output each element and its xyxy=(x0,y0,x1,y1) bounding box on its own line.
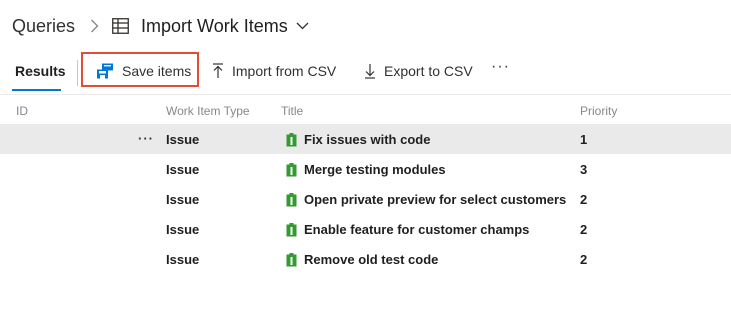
work-item-type-cell: Issue xyxy=(166,132,200,147)
table-row[interactable]: Issue Open private preview for select cu… xyxy=(0,184,731,214)
chevron-down-icon[interactable] xyxy=(296,22,309,30)
column-header-work-item-type[interactable]: Work Item Type xyxy=(166,104,250,118)
column-header-priority[interactable]: Priority xyxy=(580,104,617,118)
work-item-type-cell: Issue xyxy=(166,162,200,177)
column-header-title[interactable]: Title xyxy=(281,104,303,118)
import-from-csv-button[interactable]: Import from CSV xyxy=(212,61,336,81)
work-item-type-cell: Issue xyxy=(166,222,200,237)
priority-cell: 2 xyxy=(580,192,588,207)
save-items-button[interactable]: Save items xyxy=(96,61,191,81)
chevron-right-icon xyxy=(90,19,99,33)
export-to-csv-button[interactable]: Export to CSV xyxy=(364,61,473,81)
table-row[interactable]: ··· Issue Fix issues with code 1 xyxy=(0,124,731,154)
breadcrumb: Queries Import Work Items xyxy=(12,12,309,40)
work-item-type-cell: Issue xyxy=(166,192,200,207)
priority-cell: 2 xyxy=(580,252,588,267)
toolbar: Results Save items Import from CSV Expor… xyxy=(0,52,731,95)
title-cell[interactable]: Fix issues with code xyxy=(304,132,430,147)
table-row[interactable]: Issue Enable feature for customer champs… xyxy=(0,214,731,244)
issue-icon xyxy=(286,223,297,237)
issue-icon xyxy=(286,253,297,267)
issue-icon xyxy=(286,193,297,207)
import-from-csv-label: Import from CSV xyxy=(232,63,337,79)
upload-arrow-icon xyxy=(212,63,224,79)
work-item-type-cell: Issue xyxy=(166,252,200,267)
title-cell[interactable]: Open private preview for select customer… xyxy=(304,192,566,207)
save-items-icon xyxy=(96,63,114,79)
toolbar-divider xyxy=(77,60,78,86)
save-items-label: Save items xyxy=(122,63,192,79)
page-title: Import Work Items xyxy=(141,15,288,36)
row-more-button[interactable]: ··· xyxy=(138,131,154,146)
download-arrow-icon xyxy=(364,63,376,79)
export-to-csv-label: Export to CSV xyxy=(384,63,473,79)
title-cell[interactable]: Enable feature for customer champs xyxy=(304,222,529,237)
breadcrumb-queries-link[interactable]: Queries xyxy=(12,16,75,37)
table-row[interactable]: Issue Merge testing modules 3 xyxy=(0,154,731,184)
tab-results[interactable]: Results xyxy=(15,63,66,79)
column-header-id[interactable]: ID xyxy=(16,104,28,118)
issue-icon xyxy=(286,133,297,147)
table-query-icon xyxy=(112,18,129,34)
title-cell[interactable]: Remove old test code xyxy=(304,252,438,267)
tab-selected-indicator xyxy=(12,89,61,91)
table-row[interactable]: Issue Remove old test code 2 xyxy=(0,244,731,274)
title-cell[interactable]: Merge testing modules xyxy=(304,162,446,177)
priority-cell: 2 xyxy=(580,222,588,237)
issue-icon xyxy=(286,163,297,177)
priority-cell: 3 xyxy=(580,162,588,177)
more-actions-button[interactable]: ··· xyxy=(491,58,510,76)
priority-cell: 1 xyxy=(580,132,588,147)
